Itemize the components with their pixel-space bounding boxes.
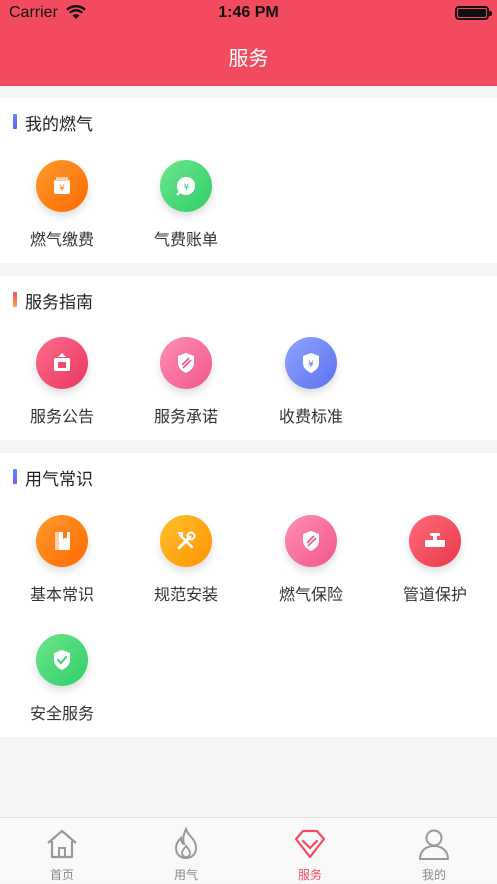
svg-text:¥: ¥ [308, 360, 314, 370]
item-label: 服务公告 [29, 407, 94, 426]
tab-mine[interactable]: 我的 [372, 818, 496, 884]
section-accent-bar [13, 292, 17, 307]
gas-bill-button[interactable]: ¥ 气费账单 [130, 160, 242, 250]
section-title: 用气常识 [25, 470, 93, 490]
item-label: 规范安装 [153, 585, 218, 604]
yuan-wallet-icon: ¥ [36, 160, 88, 212]
tab-bar: 首页 用气 服务 我的 [0, 817, 497, 883]
yuan-leaf-icon: ¥ [160, 160, 212, 212]
item-label: 管道保护 [402, 585, 467, 604]
shield-icon [285, 515, 337, 567]
svg-text:¥: ¥ [184, 183, 190, 193]
tab-label: 用气 [173, 868, 198, 882]
shield-icon [160, 337, 212, 389]
tab-gas-usage[interactable]: 用气 [124, 818, 248, 884]
item-label: 基本常识 [29, 585, 94, 604]
svg-text:¥: ¥ [59, 184, 65, 194]
tab-label: 我的 [421, 868, 446, 882]
section-title: 服务指南 [25, 293, 93, 313]
diamond-icon [294, 829, 326, 859]
flame-icon [174, 826, 198, 860]
status-bar: Carrier 1:46 PM [0, 0, 497, 28]
tools-icon [160, 515, 212, 567]
page-title: 服务 [228, 46, 269, 70]
book-icon [36, 515, 88, 567]
section-service-guide: 服务指南 服务公告 服务承诺 ¥ 收费标准 [0, 276, 497, 440]
standard-installation-button[interactable]: 规范安装 [130, 515, 242, 605]
pipeline-protection-button[interactable]: 管道保护 [379, 515, 491, 605]
item-label: 服务承诺 [153, 407, 218, 426]
item-label: 气费账单 [153, 230, 218, 249]
notice-board-icon [36, 337, 88, 389]
check-shield-icon [36, 634, 88, 686]
section-gas-knowledge: 用气常识 基本常识 规范安装 燃气保险 管道保护 安全服务 [0, 453, 497, 737]
pipe-valve-icon [409, 515, 461, 567]
tab-label: 首页 [49, 868, 74, 882]
tab-label: 服务 [297, 868, 322, 882]
tab-service[interactable]: 服务 [248, 818, 372, 884]
item-label: 燃气保险 [278, 585, 343, 604]
section-my-gas: 我的燃气 ¥ 燃气缴费 ¥ 气费账单 [0, 98, 497, 263]
gas-payment-button[interactable]: ¥ 燃气缴费 [6, 160, 118, 250]
section-accent-bar [13, 114, 17, 129]
service-commitment-button[interactable]: 服务承诺 [130, 337, 242, 427]
yuan-shield-icon: ¥ [285, 337, 337, 389]
user-icon [419, 829, 449, 860]
gas-insurance-button[interactable]: 燃气保险 [255, 515, 367, 605]
status-time: 1:46 PM [218, 4, 279, 21]
service-notice-button[interactable]: 服务公告 [6, 337, 118, 427]
item-label: 燃气缴费 [29, 230, 94, 249]
safety-service-button[interactable]: 安全服务 [6, 634, 118, 724]
item-label: 收费标准 [278, 407, 343, 426]
fee-standard-button[interactable]: ¥ 收费标准 [255, 337, 367, 427]
tab-home[interactable]: 首页 [0, 818, 124, 884]
battery-icon [455, 6, 492, 20]
basic-knowledge-button[interactable]: 基本常识 [6, 515, 118, 605]
section-accent-bar [13, 469, 17, 484]
home-icon [47, 829, 77, 859]
section-title: 我的燃气 [25, 115, 93, 135]
header-bar: Carrier 1:46 PM 服务 [0, 0, 497, 86]
item-label: 安全服务 [29, 704, 94, 723]
